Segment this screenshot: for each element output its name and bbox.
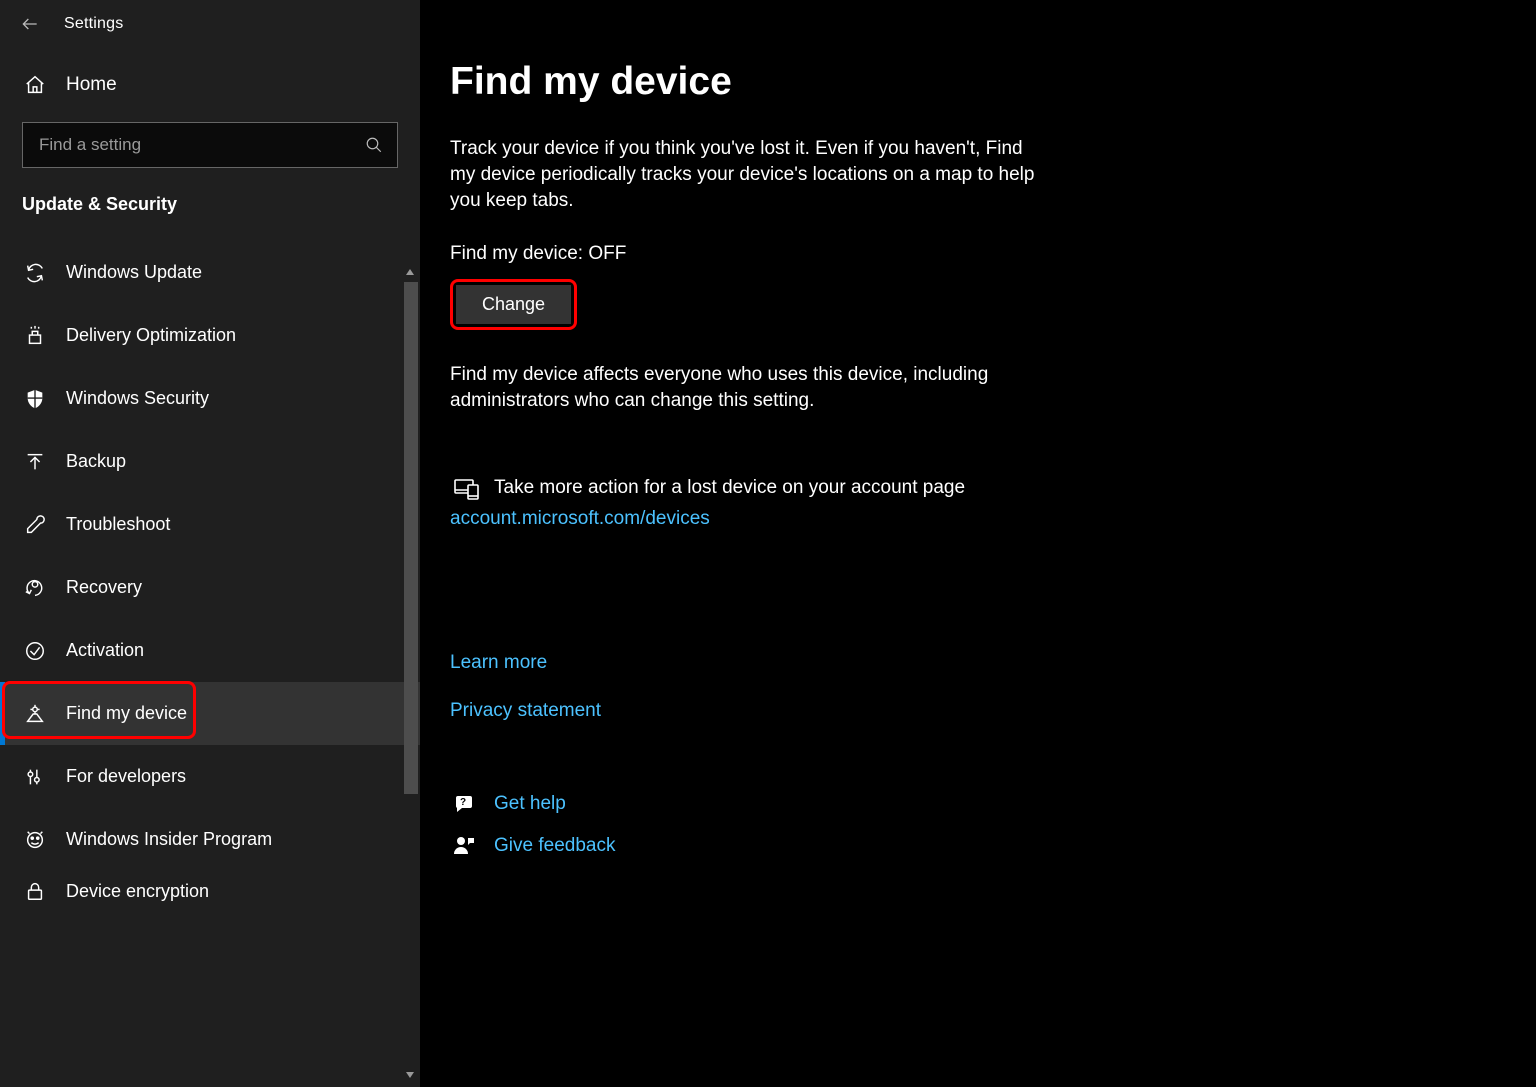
delivery-icon <box>22 325 48 347</box>
sidebar-item-delivery-optimization[interactable]: Delivery Optimization <box>0 304 420 367</box>
sidebar: Settings Home Update & Security Windows … <box>0 0 420 1087</box>
account-action-row: Take more action for a lost device on yo… <box>450 474 1496 502</box>
devices-icon <box>450 474 482 502</box>
sidebar-item-recovery[interactable]: Recovery <box>0 556 420 619</box>
sidebar-item-label: Find my device <box>66 703 187 724</box>
sidebar-item-label: Windows Update <box>66 262 202 283</box>
note-text: Find my device affects everyone who uses… <box>450 362 1050 414</box>
sidebar-item-windows-update[interactable]: Windows Update <box>0 241 420 304</box>
scroll-down-button[interactable] <box>402 1067 418 1083</box>
sidebar-item-home[interactable]: Home <box>0 48 420 122</box>
change-button[interactable]: Change <box>456 285 571 324</box>
insider-icon <box>22 829 48 851</box>
give-feedback-link[interactable]: Give feedback <box>494 835 615 857</box>
scrollbar-thumb[interactable] <box>404 282 418 794</box>
main-content: Find my device Track your device if you … <box>420 0 1536 1087</box>
sidebar-item-troubleshoot[interactable]: Troubleshoot <box>0 493 420 556</box>
feedback-icon <box>450 834 478 858</box>
checkmark-circle-icon <box>22 640 48 662</box>
home-label: Home <box>66 74 117 96</box>
help-icon: ? <box>450 792 478 816</box>
account-action-text: Take more action for a lost device on yo… <box>494 477 965 499</box>
svg-text:?: ? <box>460 797 466 808</box>
location-icon <box>22 703 48 725</box>
description-text: Track your device if you think you've lo… <box>450 136 1050 215</box>
nav-items: Windows Update Delivery Optimization Win… <box>0 241 420 1087</box>
wrench-icon <box>22 514 48 536</box>
shield-icon <box>22 388 48 410</box>
page-title: Find my device <box>450 60 1496 104</box>
sidebar-item-device-encryption[interactable]: Device encryption <box>0 871 420 911</box>
window-title: Settings <box>64 15 123 33</box>
status-label: Find my device: OFF <box>450 243 1496 265</box>
sync-icon <box>22 262 48 284</box>
search-icon <box>365 136 383 154</box>
sidebar-item-find-my-device[interactable]: Find my device <box>0 682 420 745</box>
sidebar-item-label: Troubleshoot <box>66 514 170 535</box>
sidebar-item-label: For developers <box>66 766 186 787</box>
search-input[interactable] <box>37 134 357 156</box>
sidebar-item-label: Windows Security <box>66 388 209 409</box>
home-icon <box>22 74 48 96</box>
backup-icon <box>22 451 48 473</box>
sidebar-item-label: Backup <box>66 451 126 472</box>
scroll-up-button[interactable] <box>402 264 418 280</box>
get-help-link[interactable]: Get help <box>494 793 566 815</box>
learn-more-link[interactable]: Learn more <box>450 652 1496 674</box>
highlight-outline-change: Change <box>450 279 577 330</box>
back-button[interactable] <box>8 2 52 46</box>
account-link[interactable]: account.microsoft.com/devices <box>450 508 710 530</box>
sidebar-item-windows-security[interactable]: Windows Security <box>0 367 420 430</box>
sidebar-item-label: Recovery <box>66 577 142 598</box>
recovery-icon <box>22 577 48 599</box>
sidebar-item-label: Windows Insider Program <box>66 829 272 850</box>
sidebar-item-label: Delivery Optimization <box>66 325 236 346</box>
privacy-statement-link[interactable]: Privacy statement <box>450 700 1496 722</box>
sidebar-item-windows-insider-program[interactable]: Windows Insider Program <box>0 808 420 871</box>
sidebar-item-backup[interactable]: Backup <box>0 430 420 493</box>
section-header: Update & Security <box>0 190 420 241</box>
sidebar-item-for-developers[interactable]: For developers <box>0 745 420 808</box>
search-input-container[interactable] <box>22 122 398 168</box>
sidebar-item-activation[interactable]: Activation <box>0 619 420 682</box>
lock-icon <box>22 880 48 902</box>
sidebar-item-label: Device encryption <box>66 881 209 902</box>
sidebar-item-label: Activation <box>66 640 144 661</box>
developers-icon <box>22 766 48 788</box>
